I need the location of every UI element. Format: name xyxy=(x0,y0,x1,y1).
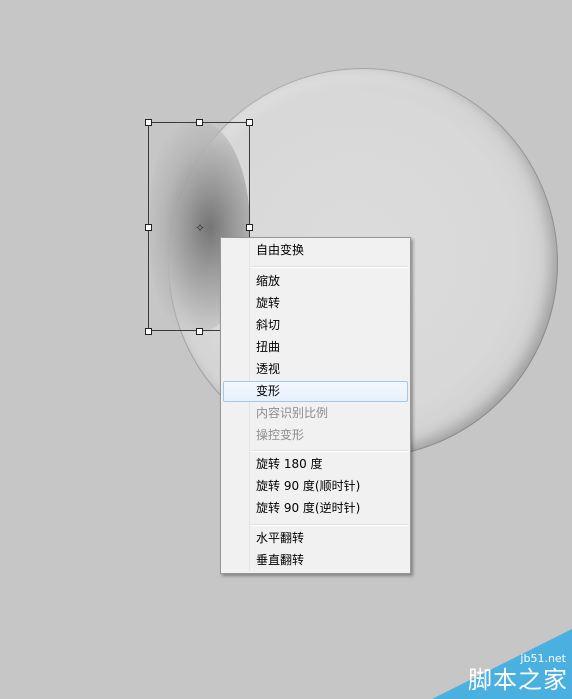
menu-item-content-aware-scale[interactable]: 内容识别比例 xyxy=(223,403,408,424)
menu-item-puppet-warp[interactable]: 操控变形 xyxy=(223,425,408,446)
menu-item-warp[interactable]: 变形 xyxy=(223,381,408,402)
menu-item-skew[interactable]: 斜切 xyxy=(223,315,408,336)
menu-separator xyxy=(251,524,408,526)
menu-separator xyxy=(251,450,408,452)
transform-handle-top-right[interactable] xyxy=(246,119,253,126)
menu-item-flip-vertical[interactable]: 垂直翻转 xyxy=(223,550,408,571)
watermark-name: 脚本之家 xyxy=(468,666,568,694)
transform-handle-middle-left[interactable] xyxy=(145,224,152,231)
menu-separator xyxy=(251,266,408,268)
transform-handle-top-left[interactable] xyxy=(145,119,152,126)
pivot-point-icon[interactable]: ✧ xyxy=(194,222,206,234)
menu-item-free-transform[interactable]: 自由变换 xyxy=(223,240,408,261)
menu-item-rotate-90-ccw[interactable]: 旋转 90 度(逆时针) xyxy=(223,498,408,519)
menu-item-rotate-90-cw[interactable]: 旋转 90 度(顺时针) xyxy=(223,476,408,497)
menu-item-scale[interactable]: 缩放 xyxy=(223,271,408,292)
menu-item-distort[interactable]: 扭曲 xyxy=(223,337,408,358)
transform-handle-middle-right[interactable] xyxy=(246,224,253,231)
menu-item-flip-horizontal[interactable]: 水平翻转 xyxy=(223,528,408,549)
watermark: jb51.net 脚本之家 xyxy=(432,629,572,699)
context-menu: 自由变换 缩放 旋转 斜切 扭曲 透视 变形 内容识别比例 操控变形 旋转 18… xyxy=(220,237,411,574)
transform-handle-top-center[interactable] xyxy=(196,119,203,126)
menu-item-rotate[interactable]: 旋转 xyxy=(223,293,408,314)
menu-item-rotate-180[interactable]: 旋转 180 度 xyxy=(223,454,408,475)
transform-handle-bottom-center[interactable] xyxy=(196,328,203,335)
transform-handle-bottom-left[interactable] xyxy=(145,328,152,335)
menu-item-perspective[interactable]: 透视 xyxy=(223,359,408,380)
